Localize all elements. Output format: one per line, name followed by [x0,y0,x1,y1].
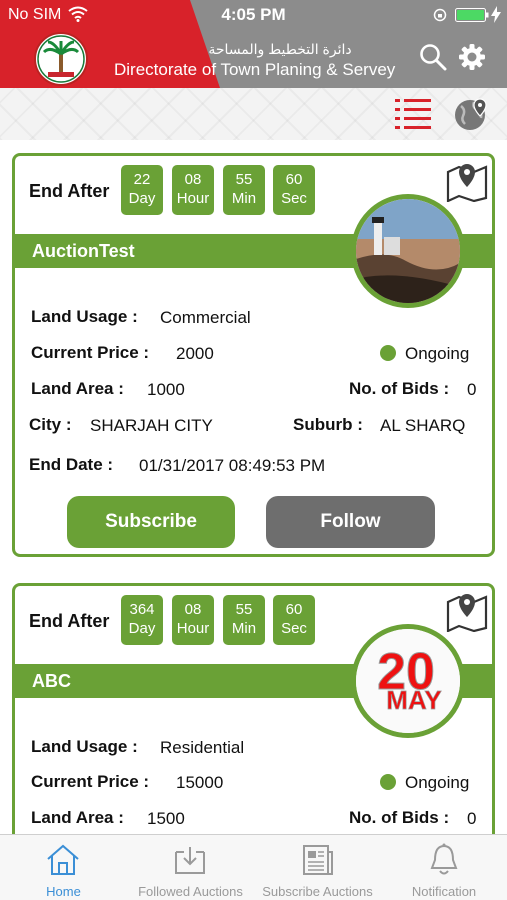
land-area-value: 1500 [147,809,185,828]
followed-icon [175,847,205,874]
land-area-label: Land Area : [31,808,124,827]
bids-value: 0 [467,809,477,828]
countdown-seconds: 60 Sec [273,595,315,645]
city-value: SHARJAH CITY [90,416,213,435]
bids-value: 0 [467,380,477,399]
svg-text:MAY: MAY [386,685,441,715]
land-area-value: 1000 [147,380,185,399]
end-after-label: End After [29,181,110,201]
gear-icon[interactable] [458,43,486,71]
tab-followed-auctions[interactable]: Followed Auctions [127,835,254,900]
countdown-days: 364 Day [121,595,163,645]
city-label: City : [29,415,72,434]
clock: 4:05 PM [221,5,286,24]
tab-bar: Home Followed Auctions Subscribe Auction… [0,834,507,900]
palm-emblem-icon [37,35,85,83]
bell-icon [430,843,458,875]
department-logo [34,32,88,86]
land-usage-label: Land Usage : [31,737,138,756]
battery-icon [455,8,489,22]
auction-card[interactable]: End After 364 Day 08 Hour 55 Min 60 Sec ABC … [12,583,495,873]
home-icon [47,844,79,875]
auction-thumbnail: 20 MAY [351,624,465,738]
app-screen: No SIM 4:05 PM دائرة التخطيط والمساحة Di… [0,0,507,900]
land-area-label: Land Area : [31,379,124,398]
end-after-label: End After [29,611,110,631]
land-usage-value: Residential [160,738,245,757]
tab-subscribe-auctions[interactable]: Subscribe Auctions [254,835,381,900]
countdown-seconds: 60 Sec [273,165,315,215]
current-price-value: 2000 [176,344,214,363]
follow-button[interactable]: Follow [266,496,435,548]
status-dot [380,345,396,361]
tab-notification[interactable]: Notification [381,835,507,900]
status-value: Ongoing [405,773,470,792]
bids-label: No. of Bids : [349,808,450,827]
lighthouse-photo-icon [356,199,460,303]
tab-label: Home [46,884,81,899]
status-value: Ongoing [405,344,470,363]
countdown-hours: 08 Hour [172,595,214,645]
tab-home[interactable]: Home [0,835,127,900]
tab-label: Subscribe Auctions [262,884,373,899]
countdown-minutes: 55 Min [223,595,265,645]
list-view-icon[interactable] [394,96,432,132]
auction-card[interactable]: End After 22 Day 08 Hour 55 Min 60 Sec Aucti… [12,153,495,557]
suburb-value: AL SHARQ [380,416,466,435]
suburb-label: Suburb : [293,415,363,434]
map-pin-icon[interactable] [446,590,488,632]
current-price-label: Current Price : [31,343,150,362]
map-pin-icon[interactable] [446,160,488,202]
auction-thumbnail [351,194,465,308]
end-date-value: 01/31/2017 08:49:53 PM [139,456,326,475]
header-title-arabic: دائرة التخطيط والمساحة [208,41,352,57]
charging-icon [491,6,501,23]
header-title: Directorate of Town Planing & Servey [114,60,396,79]
tab-label: Notification [411,884,477,899]
land-usage-label: Land Usage : [31,307,138,326]
status-bar: No SIM 4:05 PM [0,0,507,30]
orientation-lock-icon [433,8,447,22]
land-usage-value: Commercial [160,308,251,327]
tab-label: Followed Auctions [138,884,243,899]
countdown-days: 22 Day [121,165,163,215]
current-price-value: 15000 [176,773,224,792]
countdown-minutes: 55 Min [223,165,265,215]
status-dot [380,774,396,790]
globe-pin-icon[interactable] [452,96,490,132]
bids-label: No. of Bids : [349,379,450,398]
countdown-hours: 08 Hour [172,165,214,215]
current-price-label: Current Price : [31,772,150,791]
end-date-label: End Date : [29,455,114,474]
subscribe-button[interactable]: Subscribe [67,496,235,548]
newspaper-icon [303,845,333,875]
search-icon[interactable] [419,43,447,71]
date-graphic-icon: 20 MAY [356,629,460,733]
